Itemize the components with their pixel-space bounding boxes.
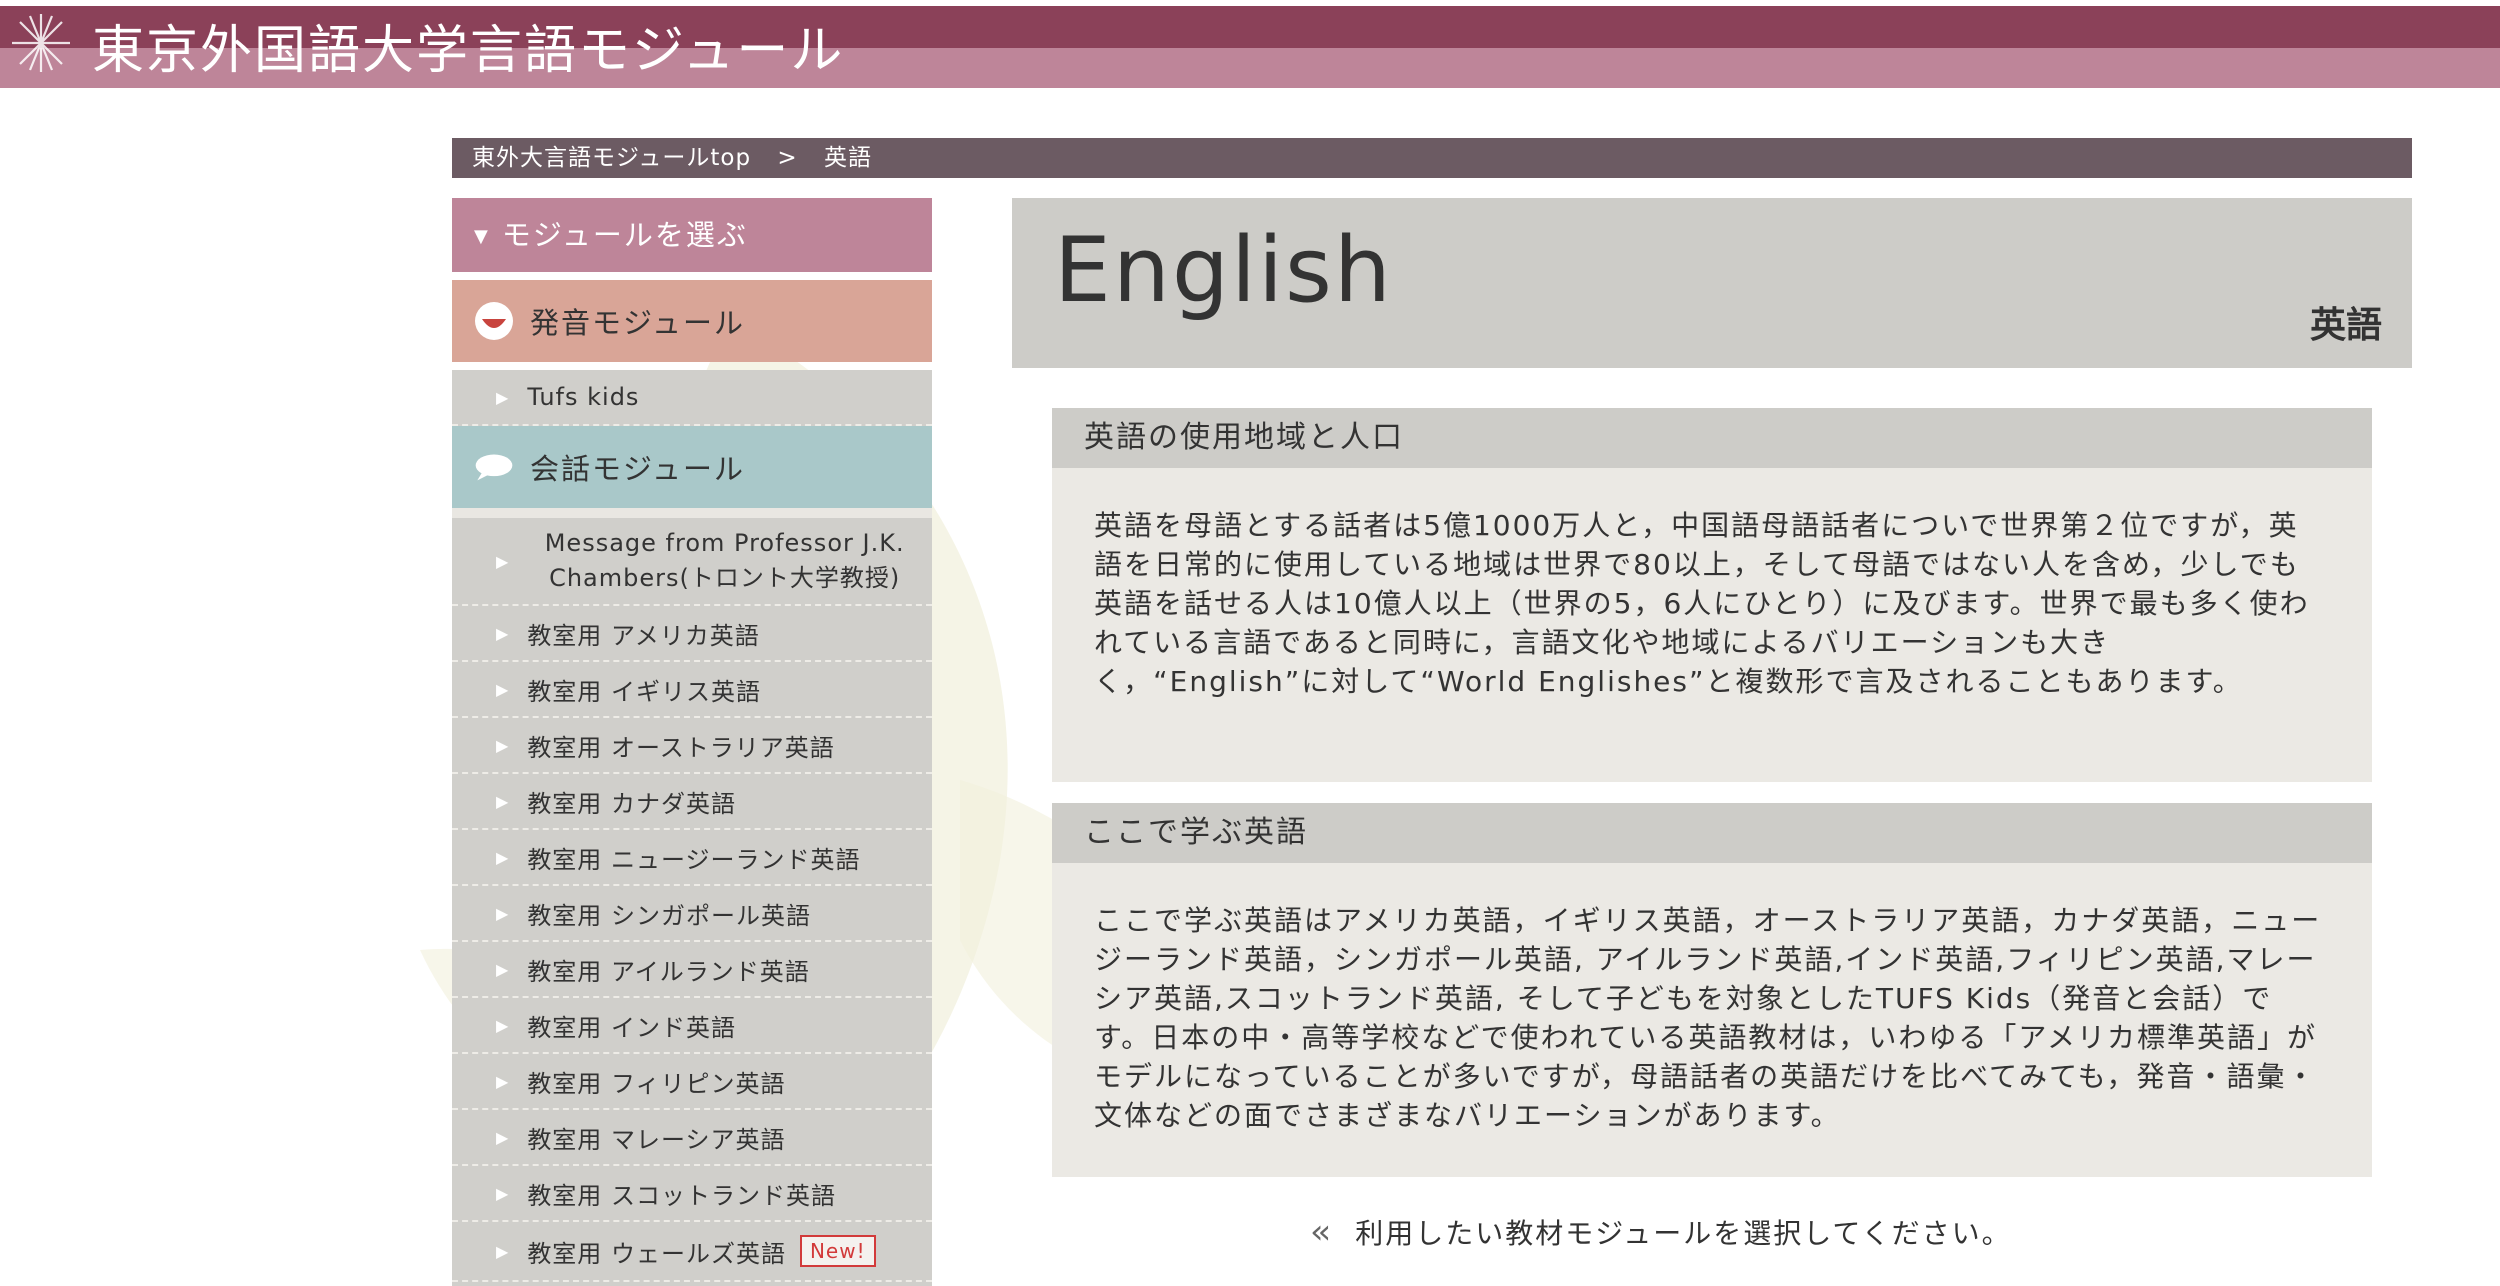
triangle-right-icon: ▶	[496, 959, 510, 979]
sidebar-item-philippine-english[interactable]: ▶ 教室用 フィリピン英語	[452, 1054, 932, 1110]
sidebar-item-more	[452, 1282, 932, 1286]
section-heading: 英語の使用地域と人口	[1052, 408, 2372, 468]
sidebar-item-label: 教室用 フィリピン英語	[527, 1069, 786, 1098]
sidebar-item-label: 教室用 イギリス英語	[527, 677, 761, 706]
sidebar-item-label: 教室用 インド英語	[527, 1013, 736, 1042]
section-heading: ここで学ぶ英語	[1052, 803, 2372, 863]
sidebar-item-label: 教室用 スコットランド英語	[527, 1181, 836, 1210]
triangle-down-icon: ▼	[474, 226, 490, 247]
triangle-right-icon: ▶	[496, 735, 510, 755]
breadcrumb-separator: >	[777, 145, 798, 171]
sidebar-item-american-english[interactable]: ▶ 教室用 アメリカ英語	[452, 606, 932, 662]
sidebar-item-canadian-english[interactable]: ▶ 教室用 カナダ英語	[452, 774, 932, 830]
sidebar-item-malaysian-english[interactable]: ▶ 教室用 マレーシア英語	[452, 1110, 932, 1166]
sidebar-item-british-english[interactable]: ▶ 教室用 イギリス英語	[452, 662, 932, 718]
triangle-right-icon: ▶	[496, 387, 510, 407]
sidebar-item-label: 教室用 シンガポール英語	[527, 901, 811, 930]
triangle-right-icon: ▶	[496, 1241, 510, 1261]
sidebar-item-label: 教室用 マレーシア英語	[527, 1125, 786, 1154]
sidebar-item-label: 教室用 カナダ英語	[527, 789, 736, 818]
sidebar-item-australian-english[interactable]: ▶ 教室用 オーストラリア英語	[452, 718, 932, 774]
conversation-module-label: 会話モジュール	[530, 452, 745, 486]
sidebar-item-label: 教室用 アイルランド英語	[527, 957, 810, 986]
pronunciation-module-header[interactable]: 発音モジュール	[452, 280, 932, 362]
triangle-right-icon: ▶	[496, 1015, 510, 1035]
section-body: ここで学ぶ英語はアメリカ英語，イギリス英語，オーストラリア英語，カナダ英語，ニュ…	[1094, 904, 2322, 1132]
page-title-box: English 英語	[1012, 198, 2412, 368]
sidebar-item-singapore-english[interactable]: ▶ 教室用 シンガポール英語	[452, 886, 932, 942]
module-sidebar: ▼ モジュールを選ぶ 発音モジュール ▶ Tufs kids 会話モジュール ▶ …	[452, 198, 932, 1286]
breadcrumb: 東外大言語モジュールtop > 英語	[452, 138, 2412, 178]
section-body: 英語を母語とする話者は5億1000万人と，中国語母語話者についで世界第２位ですが…	[1094, 509, 2310, 698]
triangle-right-icon: ▶	[496, 1127, 510, 1147]
site-title[interactable]: 東京外国語大学言語モジュール	[92, 8, 844, 83]
section-card-usage: 英語の使用地域と人口 英語を母語とする話者は5億1000万人と，中国語母語話者に…	[1052, 408, 2372, 782]
mouth-icon	[475, 302, 513, 340]
sidebar-item-label: Message from Professor J.K. Chambers(トロン…	[544, 529, 905, 592]
triangle-right-icon: ▶	[496, 903, 510, 923]
sidebar-spacer	[452, 508, 932, 518]
new-badge: New!	[799, 1235, 876, 1267]
triangle-right-icon: ▶	[496, 791, 510, 811]
sidebar-item-label: Tufs kids	[527, 383, 640, 411]
select-module-prompt: ‹‹ 利用したい教材モジュールを選択してください。	[1310, 1212, 2012, 1252]
pronunciation-module-label: 発音モジュール	[530, 306, 745, 340]
triangle-right-icon: ▶	[496, 551, 510, 571]
starburst-icon[interactable]	[10, 12, 72, 74]
conversation-module-header[interactable]: 会話モジュール	[452, 426, 932, 508]
sidebar-item-new-zealand-english[interactable]: ▶ 教室用 ニュージーランド英語	[452, 830, 932, 886]
page-subtitle: 英語	[2309, 305, 2382, 346]
sidebar-item-irish-english[interactable]: ▶ 教室用 アイルランド英語	[452, 942, 932, 998]
triangle-right-icon: ▶	[496, 1071, 510, 1091]
sidebar-heading-label: モジュールを選ぶ	[501, 218, 748, 252]
sidebar-item-label: 教室用 ウェールズ英語	[527, 1239, 786, 1268]
speech-bubble-icon	[475, 454, 513, 481]
sidebar-item-label: 教室用 ニュージーランド英語	[527, 845, 861, 874]
sidebar-heading[interactable]: ▼ モジュールを選ぶ	[452, 198, 932, 272]
sidebar-item-tufs-kids[interactable]: ▶ Tufs kids	[452, 370, 932, 426]
triangle-right-icon: ▶	[496, 679, 510, 699]
breadcrumb-current: 英語	[824, 145, 872, 171]
sidebar-item-scottish-english[interactable]: ▶ 教室用 スコットランド英語	[452, 1166, 932, 1222]
triangle-right-icon: ▶	[496, 1183, 510, 1203]
double-chevron-left-icon: ‹‹	[1310, 1212, 1331, 1252]
sidebar-item-label: 教室用 アメリカ英語	[527, 621, 760, 650]
breadcrumb-home-link[interactable]: 東外大言語モジュールtop	[472, 145, 751, 171]
prompt-text: 利用したい教材モジュールを選択してください。	[1355, 1217, 2012, 1250]
section-card-learning: ここで学ぶ英語 ここで学ぶ英語はアメリカ英語，イギリス英語，オーストラリア英語，…	[1052, 803, 2372, 1177]
sidebar-item-chambers-message[interactable]: ▶ Message from Professor J.K. Chambers(ト…	[452, 518, 932, 606]
sidebar-item-indian-english[interactable]: ▶ 教室用 インド英語	[452, 998, 932, 1054]
triangle-right-icon: ▶	[496, 623, 510, 643]
sidebar-item-label: 教室用 オーストラリア英語	[527, 733, 835, 762]
sidebar-item-welsh-english[interactable]: ▶ 教室用 ウェールズ英語 New!	[452, 1222, 932, 1282]
page-title: English	[1054, 218, 1393, 323]
triangle-right-icon: ▶	[496, 847, 510, 867]
